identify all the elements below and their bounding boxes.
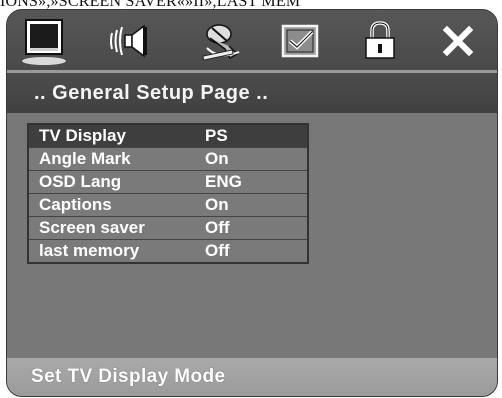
video-icon[interactable] [197,16,247,66]
menu-item-label: last memory [39,241,140,260]
dvd-setup-osd: .. General Setup Page .. TV Display PS A… [6,9,498,397]
menu-item-value: On [205,195,229,214]
settings-menu: TV Display PS Angle Mark On OSD Lang ENG… [27,123,309,264]
preference-icon[interactable] [275,16,325,66]
status-hint: Set TV Display Mode [7,358,497,396]
password-lock-icon[interactable] [355,16,405,66]
audio-icon[interactable] [105,16,155,66]
menu-item-label: Angle Mark [39,149,131,168]
exit-icon[interactable] [433,16,483,66]
setup-tab-bar [7,10,497,70]
menu-item-label: Captions [39,195,112,214]
menu-item-label: TV Display [39,126,126,145]
menu-item-osd-lang[interactable]: OSD Lang ENG [29,171,307,194]
settings-panel: TV Display PS Angle Mark On OSD Lang ENG… [7,113,497,358]
tv-display-icon[interactable] [19,16,69,66]
menu-item-last-memory[interactable]: last memory Off [29,240,307,262]
menu-item-tv-display[interactable]: TV Display PS [29,125,307,148]
menu-item-label: OSD Lang [39,172,122,191]
menu-item-value: Off [205,218,230,237]
menu-item-captions[interactable]: Captions On [29,194,307,217]
menu-item-value: ENG [205,172,242,191]
menu-item-screen-saver[interactable]: Screen saver Off [29,217,307,240]
page-title: .. General Setup Page .. [7,73,497,113]
menu-item-angle-mark[interactable]: Angle Mark On [29,148,307,171]
menu-item-value: On [205,149,229,168]
menu-item-label: Screen saver [39,218,145,237]
menu-item-value: PS [205,126,228,145]
menu-item-value: Off [205,241,230,260]
